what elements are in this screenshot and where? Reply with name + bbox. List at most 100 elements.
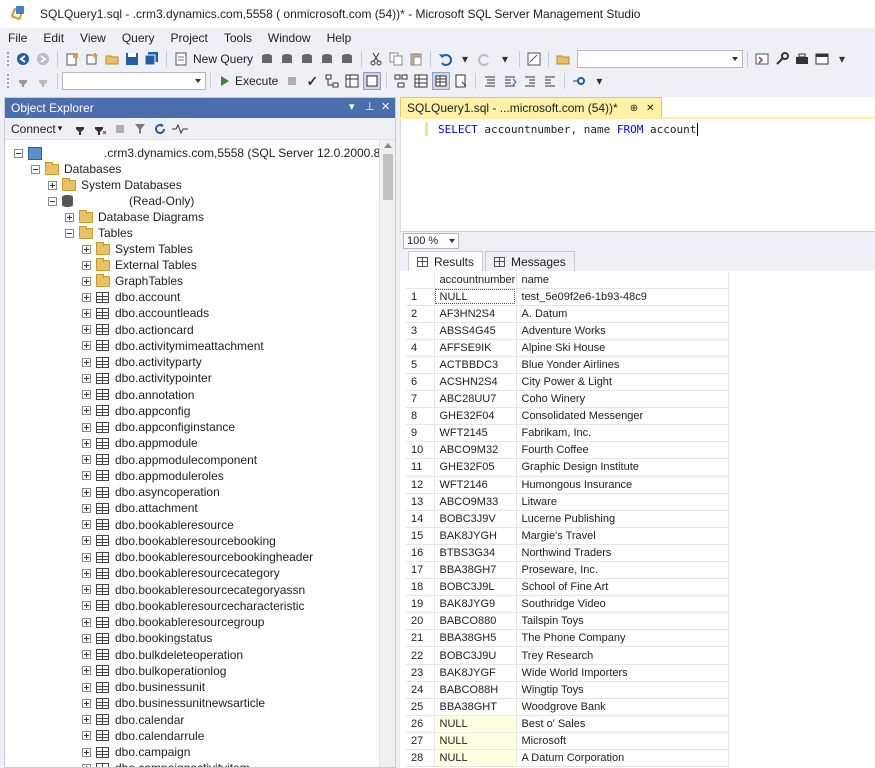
tree-table-node[interactable]: dbo.bookingstatus [82, 630, 212, 646]
tree-table-node[interactable]: dbo.calendarrule [82, 728, 204, 744]
row-number[interactable]: 24 [406, 681, 435, 699]
new-query-icon[interactable] [172, 50, 190, 68]
query-document-tab[interactable]: SQLQuery1.sql - ...microsoft.com (54))* … [400, 97, 662, 119]
expand-icon[interactable] [82, 650, 91, 659]
toolbar-grip[interactable] [6, 51, 10, 67]
expand-icon[interactable] [82, 503, 91, 513]
table-row[interactable]: 21 BBA38GH5 The Phone Company [406, 629, 729, 648]
row-number[interactable]: 6 [406, 373, 435, 392]
tree-table-node[interactable]: dbo.appconfig [82, 403, 190, 419]
accountnumber-cell[interactable]: ABCO9M32 [434, 441, 517, 460]
row-number[interactable]: 1 [406, 288, 435, 306]
properties-wrench-icon[interactable] [773, 50, 791, 68]
specify-template-values-icon[interactable] [570, 72, 588, 90]
row-number[interactable]: 7 [406, 390, 435, 409]
system-tables-node[interactable]: System Tables [82, 241, 193, 257]
tree-table-node[interactable]: dbo.annotation [82, 387, 194, 403]
tree-table-node[interactable]: dbo.activitypointer [82, 370, 212, 386]
table-row[interactable]: 3 ABSS4G45 Adventure Works [406, 322, 729, 340]
name-cell[interactable]: Fabrikam, Inc. [516, 424, 729, 443]
scroll-up-icon[interactable] [384, 143, 392, 148]
toolbar-options-icon[interactable]: ▾ [833, 50, 851, 68]
tree-table-node[interactable]: dbo.bookableresourcegroup [82, 614, 264, 630]
expand-icon[interactable] [82, 536, 91, 546]
row-number[interactable]: 2 [406, 305, 435, 323]
column-header[interactable]: name [516, 272, 729, 289]
expand-icon[interactable] [82, 731, 91, 741]
row-number[interactable]: 4 [406, 339, 435, 357]
forward-icon[interactable] [34, 50, 52, 68]
connect-dropdown[interactable]: Connect [11, 122, 56, 136]
undo-dropdown-icon[interactable]: ▾ [456, 50, 474, 68]
row-number[interactable]: 16 [406, 544, 435, 563]
row-number[interactable]: 12 [406, 476, 435, 494]
tables-node[interactable]: Tables [65, 225, 133, 241]
tree-table-node[interactable]: dbo.appmoduleroles [82, 468, 224, 484]
tree-table-node[interactable]: dbo.calendar [82, 712, 184, 728]
search-combo[interactable] [577, 50, 744, 68]
tree-table-node[interactable]: dbo.bookableresourcecharacteristic [82, 598, 304, 614]
tree-table-node[interactable]: dbo.appconfiginstance [82, 419, 235, 435]
find-in-files-icon[interactable] [554, 50, 572, 68]
tree-table-node[interactable]: dbo.bookableresourcebooking [82, 533, 276, 549]
accountnumber-cell[interactable]: BOBC3J9L [434, 578, 517, 597]
available-databases-combo[interactable] [62, 72, 206, 90]
scrollbar-thumb[interactable] [383, 154, 393, 200]
name-cell[interactable]: Trey Research [516, 646, 729, 665]
decrease-indent-icon[interactable] [521, 72, 539, 90]
expand-icon[interactable] [82, 715, 91, 724]
expand-icon[interactable] [82, 260, 91, 270]
name-cell[interactable]: Southridge Video [516, 595, 729, 614]
cut-icon[interactable] [367, 50, 385, 68]
menu-query[interactable]: Query [114, 31, 163, 45]
expand-icon[interactable] [82, 617, 91, 627]
name-cell[interactable]: A. Datum [516, 305, 729, 323]
database-diagrams-node[interactable]: Database Diagrams [65, 209, 204, 225]
name-cell[interactable]: Litware [516, 493, 729, 511]
expand-icon[interactable] [82, 438, 91, 448]
row-number[interactable]: 14 [406, 510, 435, 528]
expand-icon[interactable] [82, 292, 91, 302]
dmx-query-icon[interactable] [298, 50, 316, 68]
tree-table-node[interactable]: dbo.campaignactivityitem [82, 760, 250, 767]
accountnumber-cell[interactable]: BABCO88H [434, 681, 517, 699]
table-row[interactable]: 27 NULL Microsoft [406, 732, 729, 751]
cancel-query-icon[interactable] [283, 72, 301, 90]
table-row[interactable]: 2 AF3HN2S4 A. Datum [406, 305, 729, 323]
actual-plan-icon[interactable] [392, 72, 410, 90]
expand-icon[interactable] [82, 357, 91, 367]
intellisense-icon[interactable] [363, 72, 382, 90]
expand-icon[interactable] [82, 552, 91, 562]
tree-table-node[interactable]: dbo.account [82, 289, 180, 305]
accountnumber-cell[interactable]: ABCO9M33 [434, 493, 517, 511]
table-row[interactable]: 16 BTBS3G34 Northwind Traders [406, 544, 729, 563]
table-row[interactable]: 8 GHE32F04 Consolidated Messenger [406, 407, 729, 426]
accountnumber-cell[interactable]: WFT2146 [434, 476, 517, 494]
row-number[interactable]: 25 [406, 698, 435, 716]
name-cell[interactable]: Best o' Sales [516, 715, 729, 733]
accountnumber-cell[interactable]: BOBC3J9U [434, 646, 517, 665]
connect-plug-icon[interactable] [71, 120, 89, 138]
accountnumber-cell[interactable]: BBA38GHT [434, 698, 517, 716]
row-number[interactable]: 5 [406, 356, 435, 374]
disconnect-plug-icon[interactable] [91, 120, 109, 138]
accountnumber-cell[interactable]: ABSS4G45 [434, 322, 517, 340]
database-node[interactable]: (Read-Only) [48, 193, 194, 209]
table-row[interactable]: 19 BAK8JYG9 Southridge Video [406, 595, 729, 614]
menu-window[interactable]: Window [260, 31, 319, 45]
expand-icon[interactable] [82, 471, 91, 481]
accountnumber-cell[interactable]: AFFSE9IK [434, 339, 517, 357]
tree-table-node[interactable]: dbo.campaign [82, 744, 190, 760]
accountnumber-cell[interactable]: ACTBBDC3 [434, 356, 517, 374]
refresh-icon[interactable] [151, 120, 169, 138]
panel-menu-icon[interactable]: ▾ [349, 100, 355, 113]
name-cell[interactable]: Adventure Works [516, 322, 729, 340]
table-row[interactable]: 15 BAK8JYGH Margie's Travel [406, 527, 729, 545]
row-number[interactable]: 3 [406, 322, 435, 340]
close-panel-icon[interactable]: ✕ [381, 100, 390, 113]
expand-icon[interactable] [65, 212, 74, 222]
system-databases-node[interactable]: System Databases [48, 177, 182, 193]
expand-icon[interactable] [82, 520, 91, 529]
collapse-icon[interactable] [65, 228, 74, 238]
tree-table-node[interactable]: dbo.activitymimeattachment [82, 338, 264, 354]
